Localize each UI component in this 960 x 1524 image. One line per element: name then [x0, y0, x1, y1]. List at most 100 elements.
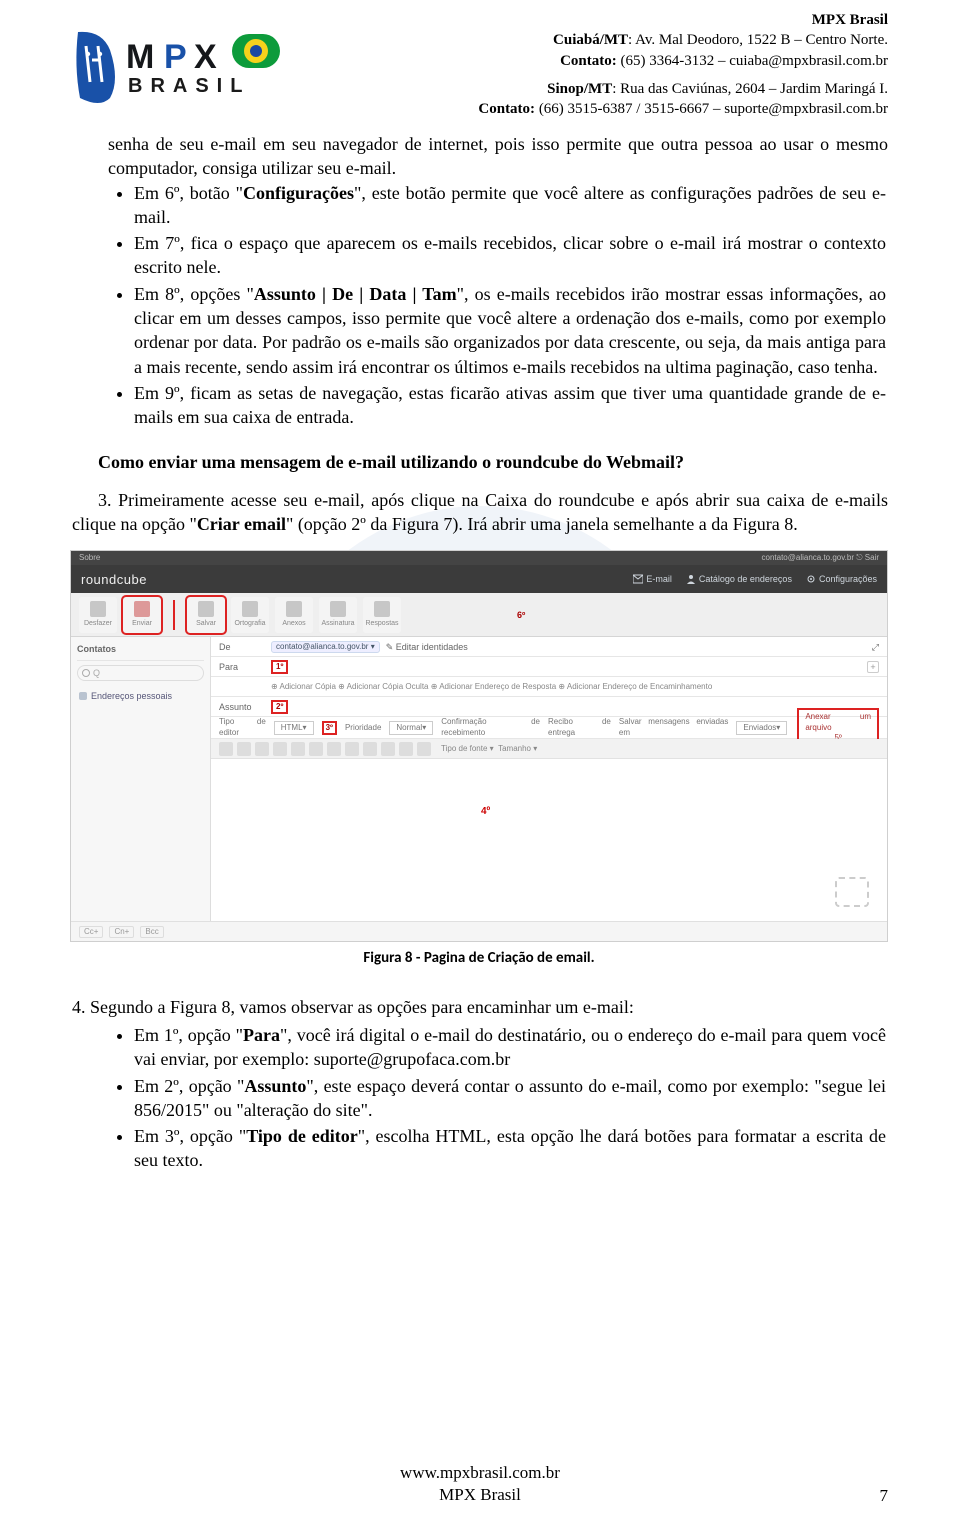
- bullet-a-4: Em 9º, ficam as setas de navegação, esta…: [134, 381, 886, 430]
- fig-tab-email[interactable]: E-mail: [633, 573, 672, 585]
- attach-icon: [286, 601, 302, 617]
- fig-tb-back[interactable]: Desfazer: [79, 597, 117, 633]
- paragraph-4: 4. Segundo a Figura 8, vamos observar as…: [72, 995, 888, 1019]
- svg-text:BRASIL: BRASIL: [128, 75, 250, 97]
- fig-edit-identities[interactable]: ✎ Editar identidades: [386, 641, 468, 653]
- figure-8-roundcube-compose: Sobre contato@alianca.to.gov.br ⎋ Sair r…: [70, 550, 888, 942]
- svg-text:P: P: [164, 38, 187, 76]
- fig-marker-3: 3º: [322, 721, 337, 736]
- fig-row-to: Para 1º +: [211, 657, 887, 677]
- intro-continuation: senha de seu e-mail em seu navegador de …: [108, 132, 888, 181]
- svg-text:X: X: [194, 38, 217, 76]
- fig-tb-send[interactable]: Enviar: [123, 597, 161, 633]
- expand-icon[interactable]: ⤢: [872, 641, 879, 653]
- footer-brand: MPX Brasil: [0, 1484, 960, 1506]
- fig-main-area: De contato@alianca.to.gov.br ▾ ✎ Editar …: [211, 637, 887, 921]
- fig-tb-signature[interactable]: Assinatura: [319, 597, 357, 633]
- fig-sidebar: Contatos Q Endereços pessoais: [71, 637, 211, 921]
- editor-btn-icon[interactable]: [219, 742, 233, 756]
- fig-tb-responses[interactable]: Respostas: [363, 597, 401, 633]
- fig-editor-toolbar: Tipo de fonte ▾ Tamanho ▾: [211, 739, 887, 759]
- fig-marker-4: 4º: [481, 805, 490, 819]
- fig-row-from: De contato@alianca.to.gov.br ▾ ✎ Editar …: [211, 637, 887, 657]
- editor-btn-icon[interactable]: [345, 742, 359, 756]
- fig-drop-zone-icon[interactable]: [835, 877, 869, 907]
- fig-compose-body[interactable]: 4º: [211, 759, 887, 921]
- editor-btn-icon[interactable]: [417, 742, 431, 756]
- back-icon: [90, 601, 106, 617]
- figure-8-caption: Figura 8 - Pagina de Criação de email.: [70, 948, 888, 968]
- fig-red-separator: [173, 600, 175, 630]
- page-footer: www.mpxbrasil.com.br MPX Brasil: [0, 1462, 960, 1506]
- fig-tb-spell[interactable]: Ortografia: [231, 597, 269, 633]
- fig-row-subject: Assunto 2º: [211, 697, 887, 717]
- editor-btn-icon[interactable]: [381, 742, 395, 756]
- editor-btn-icon[interactable]: [237, 742, 251, 756]
- company-name: MPX Brasil: [812, 12, 888, 28]
- fig-fb-cn[interactable]: Cn+: [109, 926, 134, 939]
- header-address-block: MPX Brasil Cuiabá/MT: Av. Mal Deodoro, 1…: [302, 10, 888, 119]
- folder-icon: [79, 692, 87, 700]
- bullets-section-a: Em 6º, botão "Configurações", este botão…: [134, 181, 888, 430]
- fig-main-tabs: E-mail Catálogo de endereços Configuraçõ…: [633, 573, 877, 585]
- bullet-b-3: Em 3º, opção "Tipo de editor", escolha H…: [134, 1124, 886, 1173]
- envelope-icon: [633, 574, 643, 584]
- bullet-b-1: Em 1º, opção "Para", você irá digital o …: [134, 1023, 886, 1072]
- fig-editor-type-select[interactable]: HTML ▾: [274, 721, 314, 735]
- fig-from-value[interactable]: contato@alianca.to.gov.br ▾: [271, 641, 380, 654]
- body-content: senha de seu e-mail em seu navegador de …: [72, 132, 888, 1173]
- spellcheck-icon: [242, 601, 258, 617]
- editor-btn-icon[interactable]: [327, 742, 341, 756]
- send-icon: [134, 601, 150, 617]
- fig-read-receipt[interactable]: Confirmação de recebimento: [441, 717, 540, 739]
- fig-row-options: Tipo de editor HTML ▾ 3º Prioridade Norm…: [211, 717, 887, 739]
- fig-tb-attach[interactable]: Anexos: [275, 597, 313, 633]
- paragraph-3: 3. Primeiramente acesse seu e-mail, após…: [72, 488, 888, 537]
- fig-topbar: Sobre contato@alianca.to.gov.br ⎋ Sair: [71, 551, 887, 565]
- bullet-a-2: Em 7º, fica o espaço que aparecem os e-m…: [134, 231, 886, 280]
- fig-priority-select[interactable]: Normal ▾: [389, 721, 433, 735]
- fig-brandbar: roundcube E-mail Catálogo de endereços C…: [71, 565, 887, 593]
- fig-top-about: Sobre: [79, 553, 100, 564]
- editor-btn-icon[interactable]: [255, 742, 269, 756]
- bullets-section-b: Em 1º, opção "Para", você irá digital o …: [134, 1023, 888, 1173]
- page-header: M P X BRASIL MPX Brasil Cuiabá/MT: Av. M…: [72, 0, 888, 120]
- add-recipient-icon[interactable]: +: [867, 661, 879, 673]
- fig-marker-6: 6º: [517, 609, 525, 621]
- editor-btn-icon[interactable]: [309, 742, 323, 756]
- fig-side-title: Contatos: [77, 643, 204, 660]
- fig-fb-cc[interactable]: Cc+: [79, 926, 103, 939]
- responses-icon: [374, 601, 390, 617]
- fig-save-folder-select[interactable]: Enviados ▾: [736, 721, 787, 735]
- search-icon: [82, 669, 90, 677]
- fig-tab-address[interactable]: Catálogo de endereços: [686, 573, 792, 585]
- editor-btn-icon[interactable]: [363, 742, 377, 756]
- fig-tab-settings[interactable]: Configurações: [806, 573, 877, 585]
- fig-brand-roundcube: roundcube: [81, 571, 147, 589]
- fig-row-extra-recipients: ⊕ Adicionar Cópia ⊕ Adicionar Cópia Ocul…: [211, 677, 887, 697]
- person-icon: [686, 574, 696, 584]
- fig-tb-save[interactable]: Salvar: [187, 597, 225, 633]
- editor-btn-icon[interactable]: [291, 742, 305, 756]
- editor-btn-icon[interactable]: [399, 742, 413, 756]
- fig-fb-bcc[interactable]: Bcc: [140, 926, 163, 939]
- svg-text:M: M: [126, 38, 154, 76]
- footer-site: www.mpxbrasil.com.br: [0, 1462, 960, 1484]
- mpx-logo: M P X BRASIL: [72, 10, 302, 120]
- signature-icon: [330, 601, 346, 617]
- fig-side-personal[interactable]: Endereços pessoais: [77, 687, 204, 705]
- gear-icon: [806, 574, 816, 584]
- figure-8-wrapper: Sobre contato@alianca.to.gov.br ⎋ Sair r…: [70, 550, 888, 968]
- bullet-b-2: Em 2º, opção "Assunto", este espaço deve…: [134, 1074, 886, 1123]
- save-icon: [198, 601, 214, 617]
- fig-marker-1: 1º: [271, 660, 288, 675]
- fig-toolbar: Desfazer Enviar Salvar Ortografia Anexos…: [71, 593, 887, 637]
- bullet-a-3: Em 8º, opções "Assunto | De | Data | Tam…: [134, 282, 886, 379]
- fig-top-user: contato@alianca.to.gov.br ⎋ Sair: [762, 553, 879, 564]
- bullet-a-1: Em 6º, botão "Configurações", este botão…: [134, 181, 886, 230]
- page-number: 7: [880, 1486, 889, 1506]
- fig-marker-2: 2º: [271, 700, 288, 715]
- fig-side-search[interactable]: Q: [77, 665, 204, 681]
- editor-btn-icon[interactable]: [273, 742, 287, 756]
- fig-delivery-status[interactable]: Recibo de entrega: [548, 717, 611, 739]
